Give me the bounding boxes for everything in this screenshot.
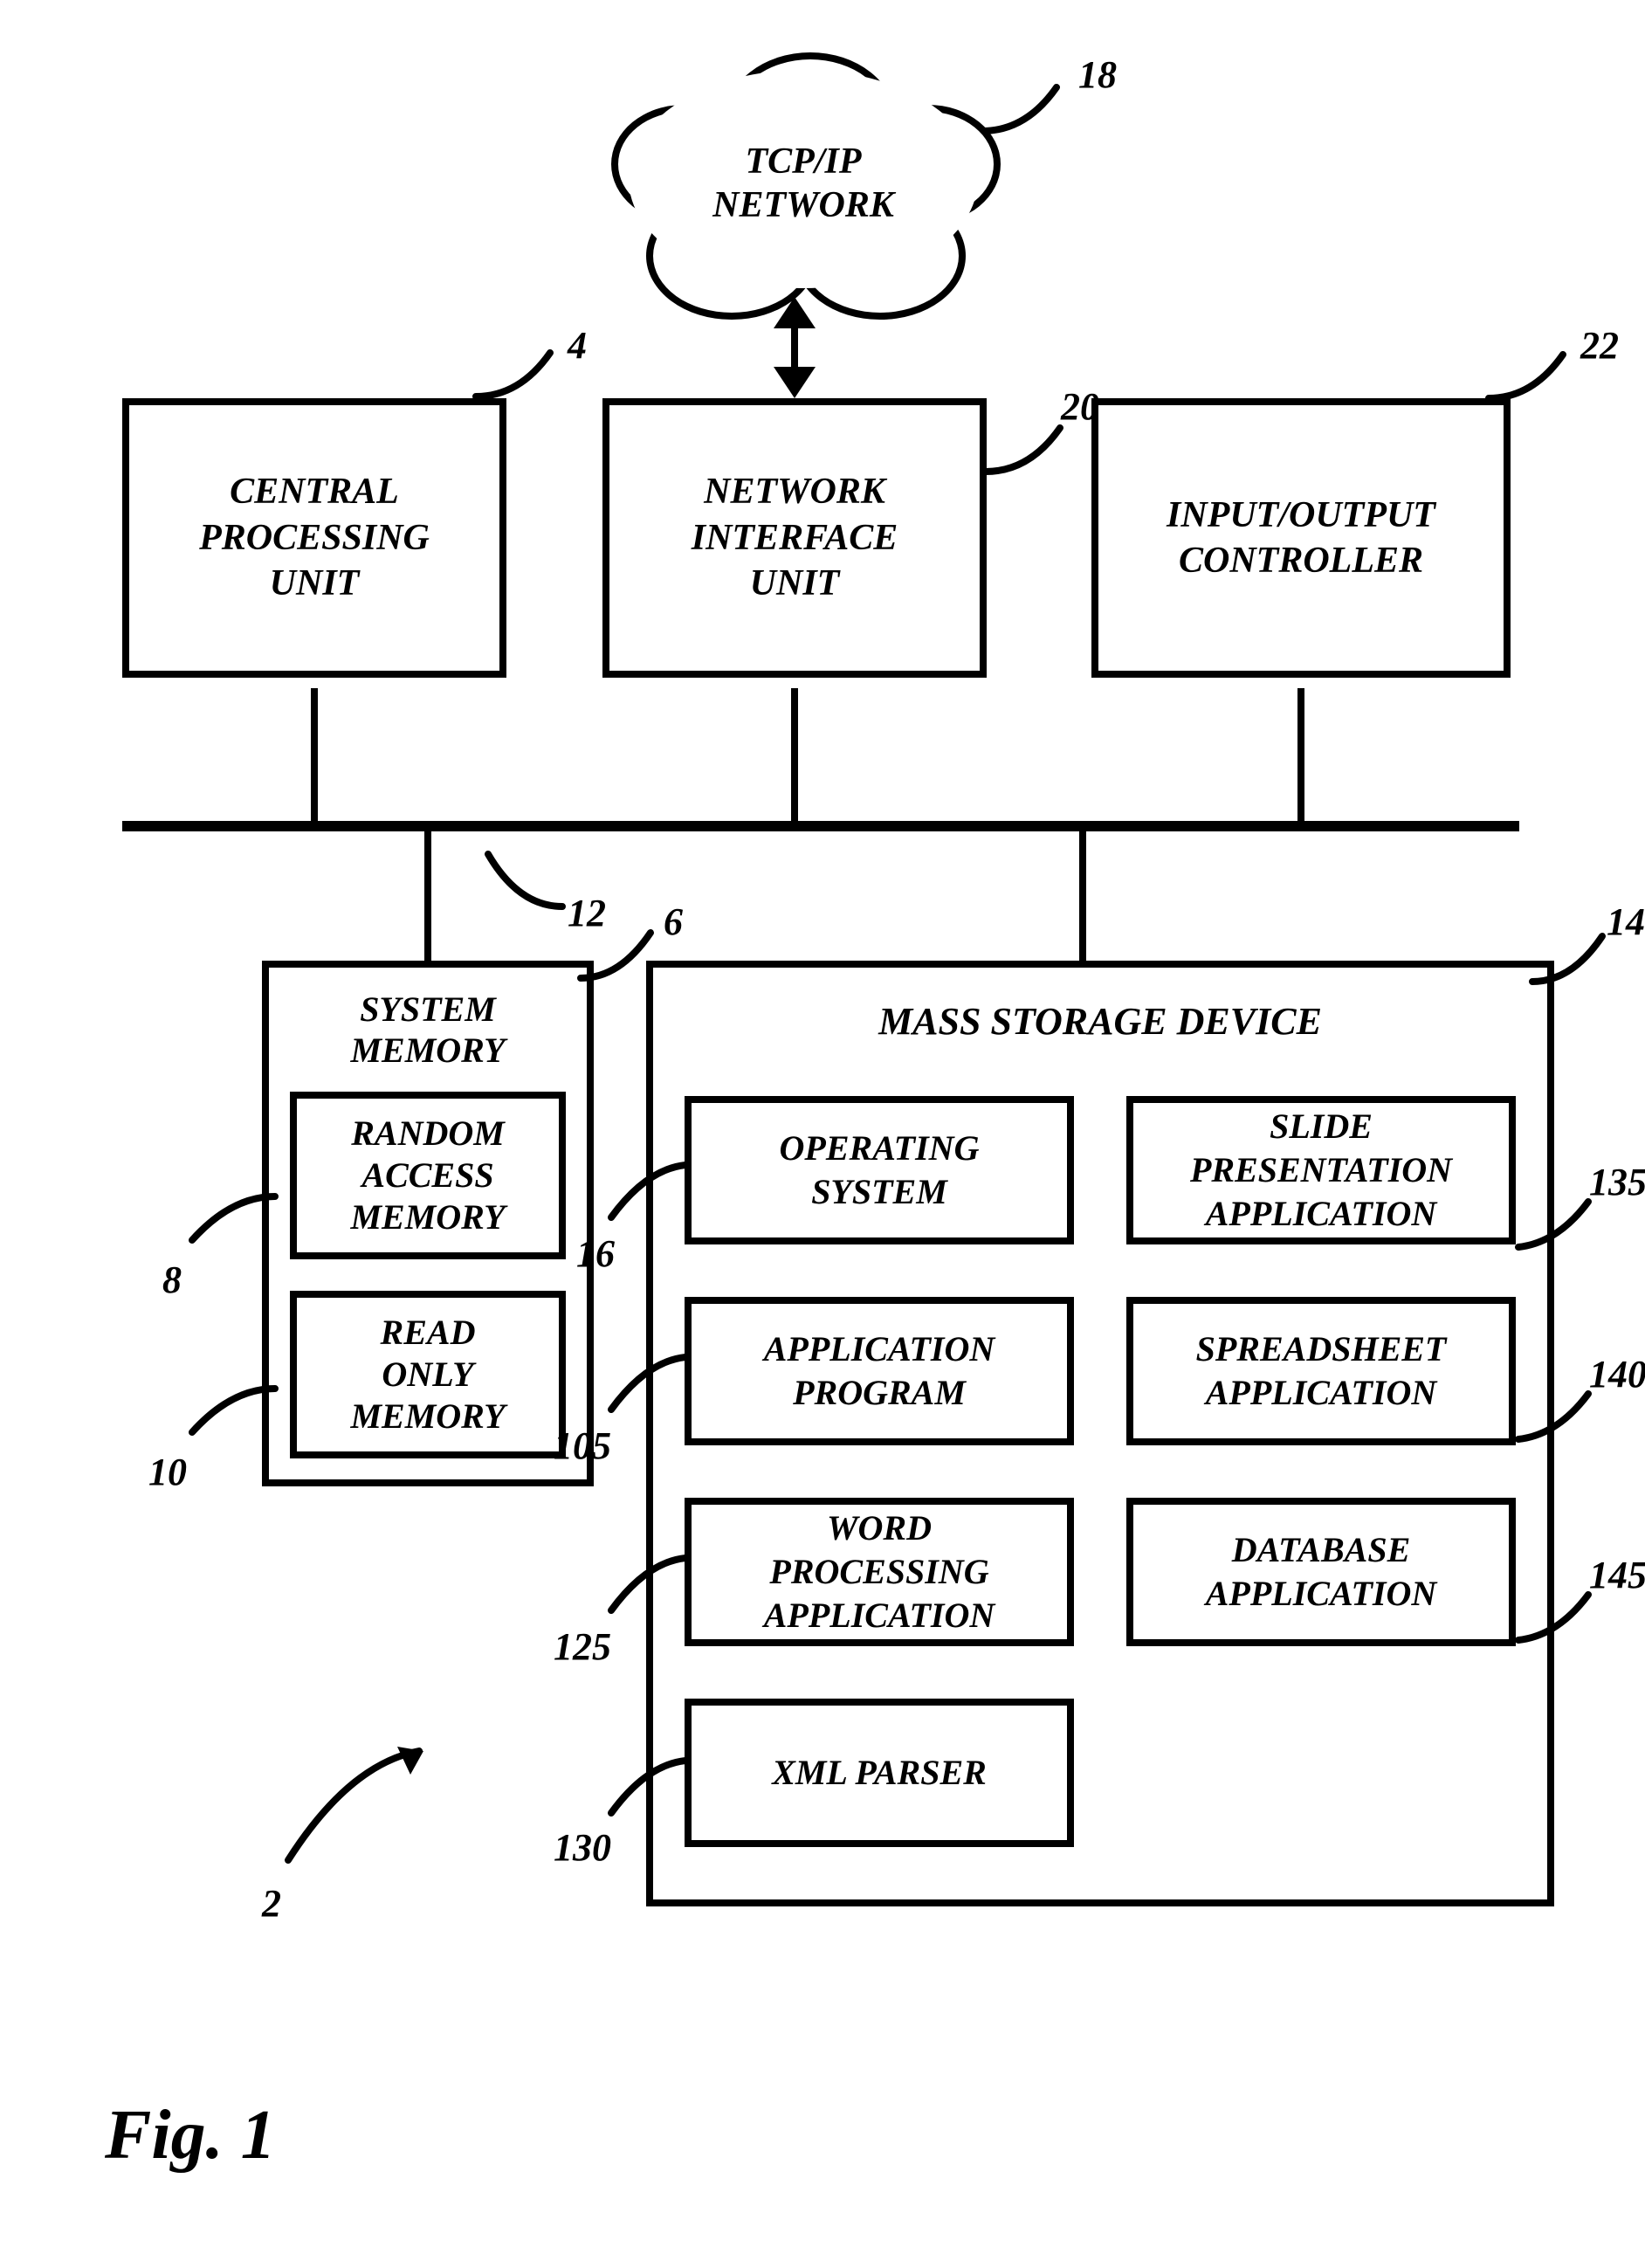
tick-130	[602, 1752, 690, 1822]
word-line3: APPLICATION	[764, 1596, 995, 1635]
db-line1: DATABASE	[1232, 1530, 1411, 1569]
tick-18	[978, 79, 1074, 140]
ref-22: 22	[1580, 323, 1619, 368]
cpu-line1: CENTRAL	[230, 469, 399, 515]
app-cell: APPLICATION PROGRAM	[685, 1297, 1074, 1445]
ram-line1: RANDOM	[351, 1113, 505, 1153]
tick-14	[1528, 929, 1615, 990]
niu-bus-connector	[791, 688, 798, 821]
tcpip-network-cloud: TCP/IP NETWORK	[594, 52, 1013, 314]
cpu-line3: UNIT	[270, 561, 360, 607]
niu-block: NETWORK INTERFACE UNIT	[602, 398, 987, 678]
ref-130: 130	[554, 1825, 611, 1870]
ref-8: 8	[162, 1258, 182, 1302]
rom-line2: ONLY	[382, 1355, 473, 1394]
diagram-page: TCP/IP NETWORK CENTRAL PROCESSING UNIT N…	[0, 0, 1645, 2268]
cloud-label-line2: NETWORK	[712, 185, 894, 225]
tick-8	[183, 1188, 279, 1249]
tick-135	[1514, 1195, 1601, 1256]
ram-line2: ACCESS	[361, 1155, 493, 1195]
tick-12	[484, 845, 580, 915]
ref-18: 18	[1078, 52, 1117, 97]
ref-16: 16	[576, 1231, 615, 1276]
ref-2: 2	[262, 1881, 281, 1926]
niu-line3: UNIT	[750, 561, 840, 607]
slide-cell: SLIDE PRESENTATION APPLICATION	[1126, 1096, 1516, 1244]
rom-block: READ ONLY MEMORY	[290, 1291, 566, 1458]
mass-bus-connector	[1079, 830, 1086, 961]
spread-line1: SPREADSHEET	[1196, 1329, 1447, 1368]
tick-145	[1514, 1588, 1601, 1649]
os-line2: SYSTEM	[811, 1172, 947, 1211]
os-line1: OPERATING	[780, 1128, 980, 1168]
ram-line3: MEMORY	[350, 1197, 505, 1237]
tick-10	[183, 1380, 279, 1441]
slide-line2: PRESENTATION	[1190, 1150, 1452, 1189]
ref-14: 14	[1607, 900, 1645, 944]
db-line2: APPLICATION	[1206, 1574, 1436, 1613]
mass-storage-block: MASS STORAGE DEVICE OPERATING SYSTEM SLI…	[646, 961, 1554, 1906]
ioc-block: INPUT/OUTPUT CONTROLLER	[1091, 398, 1511, 678]
slide-line1: SLIDE	[1270, 1106, 1373, 1146]
mass-title: MASS STORAGE DEVICE	[685, 999, 1516, 1044]
arrow-down-icon	[774, 367, 816, 398]
ref-4: 4	[568, 323, 587, 368]
ioc-line1: INPUT/OUTPUT	[1167, 493, 1435, 539]
xml-line1: XML PARSER	[772, 1753, 987, 1792]
word-cell: WORD PROCESSING APPLICATION	[685, 1498, 1074, 1646]
ref-145: 145	[1589, 1553, 1645, 1597]
ioc-bus-connector	[1297, 688, 1304, 821]
system-bus	[122, 821, 1519, 831]
sysmem-bus-connector	[424, 830, 431, 961]
tick-6	[576, 926, 664, 987]
spread-cell: SPREADSHEET APPLICATION	[1126, 1297, 1516, 1445]
app-line2: PROGRAM	[793, 1373, 966, 1412]
ref-135: 135	[1589, 1160, 1645, 1204]
os-cell: OPERATING SYSTEM	[685, 1096, 1074, 1244]
cpu-line2: PROCESSING	[199, 515, 430, 562]
tick-105	[602, 1348, 690, 1418]
ioc-line2: CONTROLLER	[1179, 538, 1423, 584]
word-line2: PROCESSING	[769, 1552, 988, 1591]
tick-125	[602, 1549, 690, 1619]
niu-line2: INTERFACE	[692, 515, 898, 562]
tick-140	[1514, 1387, 1601, 1448]
system-memory-block: SYSTEM MEMORY RANDOM ACCESS MEMORY READ …	[262, 961, 594, 1486]
cpu-block: CENTRAL PROCESSING UNIT	[122, 398, 506, 678]
rom-line1: READ	[381, 1313, 476, 1352]
tick-16	[602, 1156, 690, 1226]
rom-line3: MEMORY	[350, 1396, 505, 1436]
ram-block: RANDOM ACCESS MEMORY	[290, 1092, 566, 1259]
ref-125: 125	[554, 1624, 611, 1669]
ref-140: 140	[1589, 1352, 1645, 1396]
cloud-label-line1: TCP/IP	[746, 141, 862, 182]
figure-label: Fig. 1	[105, 2096, 276, 2175]
niu-line1: NETWORK	[704, 469, 885, 515]
cpu-bus-connector	[311, 688, 318, 821]
app-line1: APPLICATION	[764, 1329, 995, 1368]
tick-2	[271, 1747, 428, 1869]
ref-10: 10	[148, 1450, 187, 1494]
xml-cell: XML PARSER	[685, 1699, 1074, 1847]
tick-4	[471, 344, 568, 405]
sysmem-title: SYSTEM MEMORY	[290, 989, 566, 1071]
ref-6: 6	[664, 900, 683, 944]
db-cell: DATABASE APPLICATION	[1126, 1498, 1516, 1646]
slide-line3: APPLICATION	[1206, 1194, 1436, 1233]
word-line1: WORD	[827, 1508, 932, 1548]
ref-105: 105	[554, 1424, 611, 1468]
spread-line2: APPLICATION	[1206, 1373, 1436, 1412]
